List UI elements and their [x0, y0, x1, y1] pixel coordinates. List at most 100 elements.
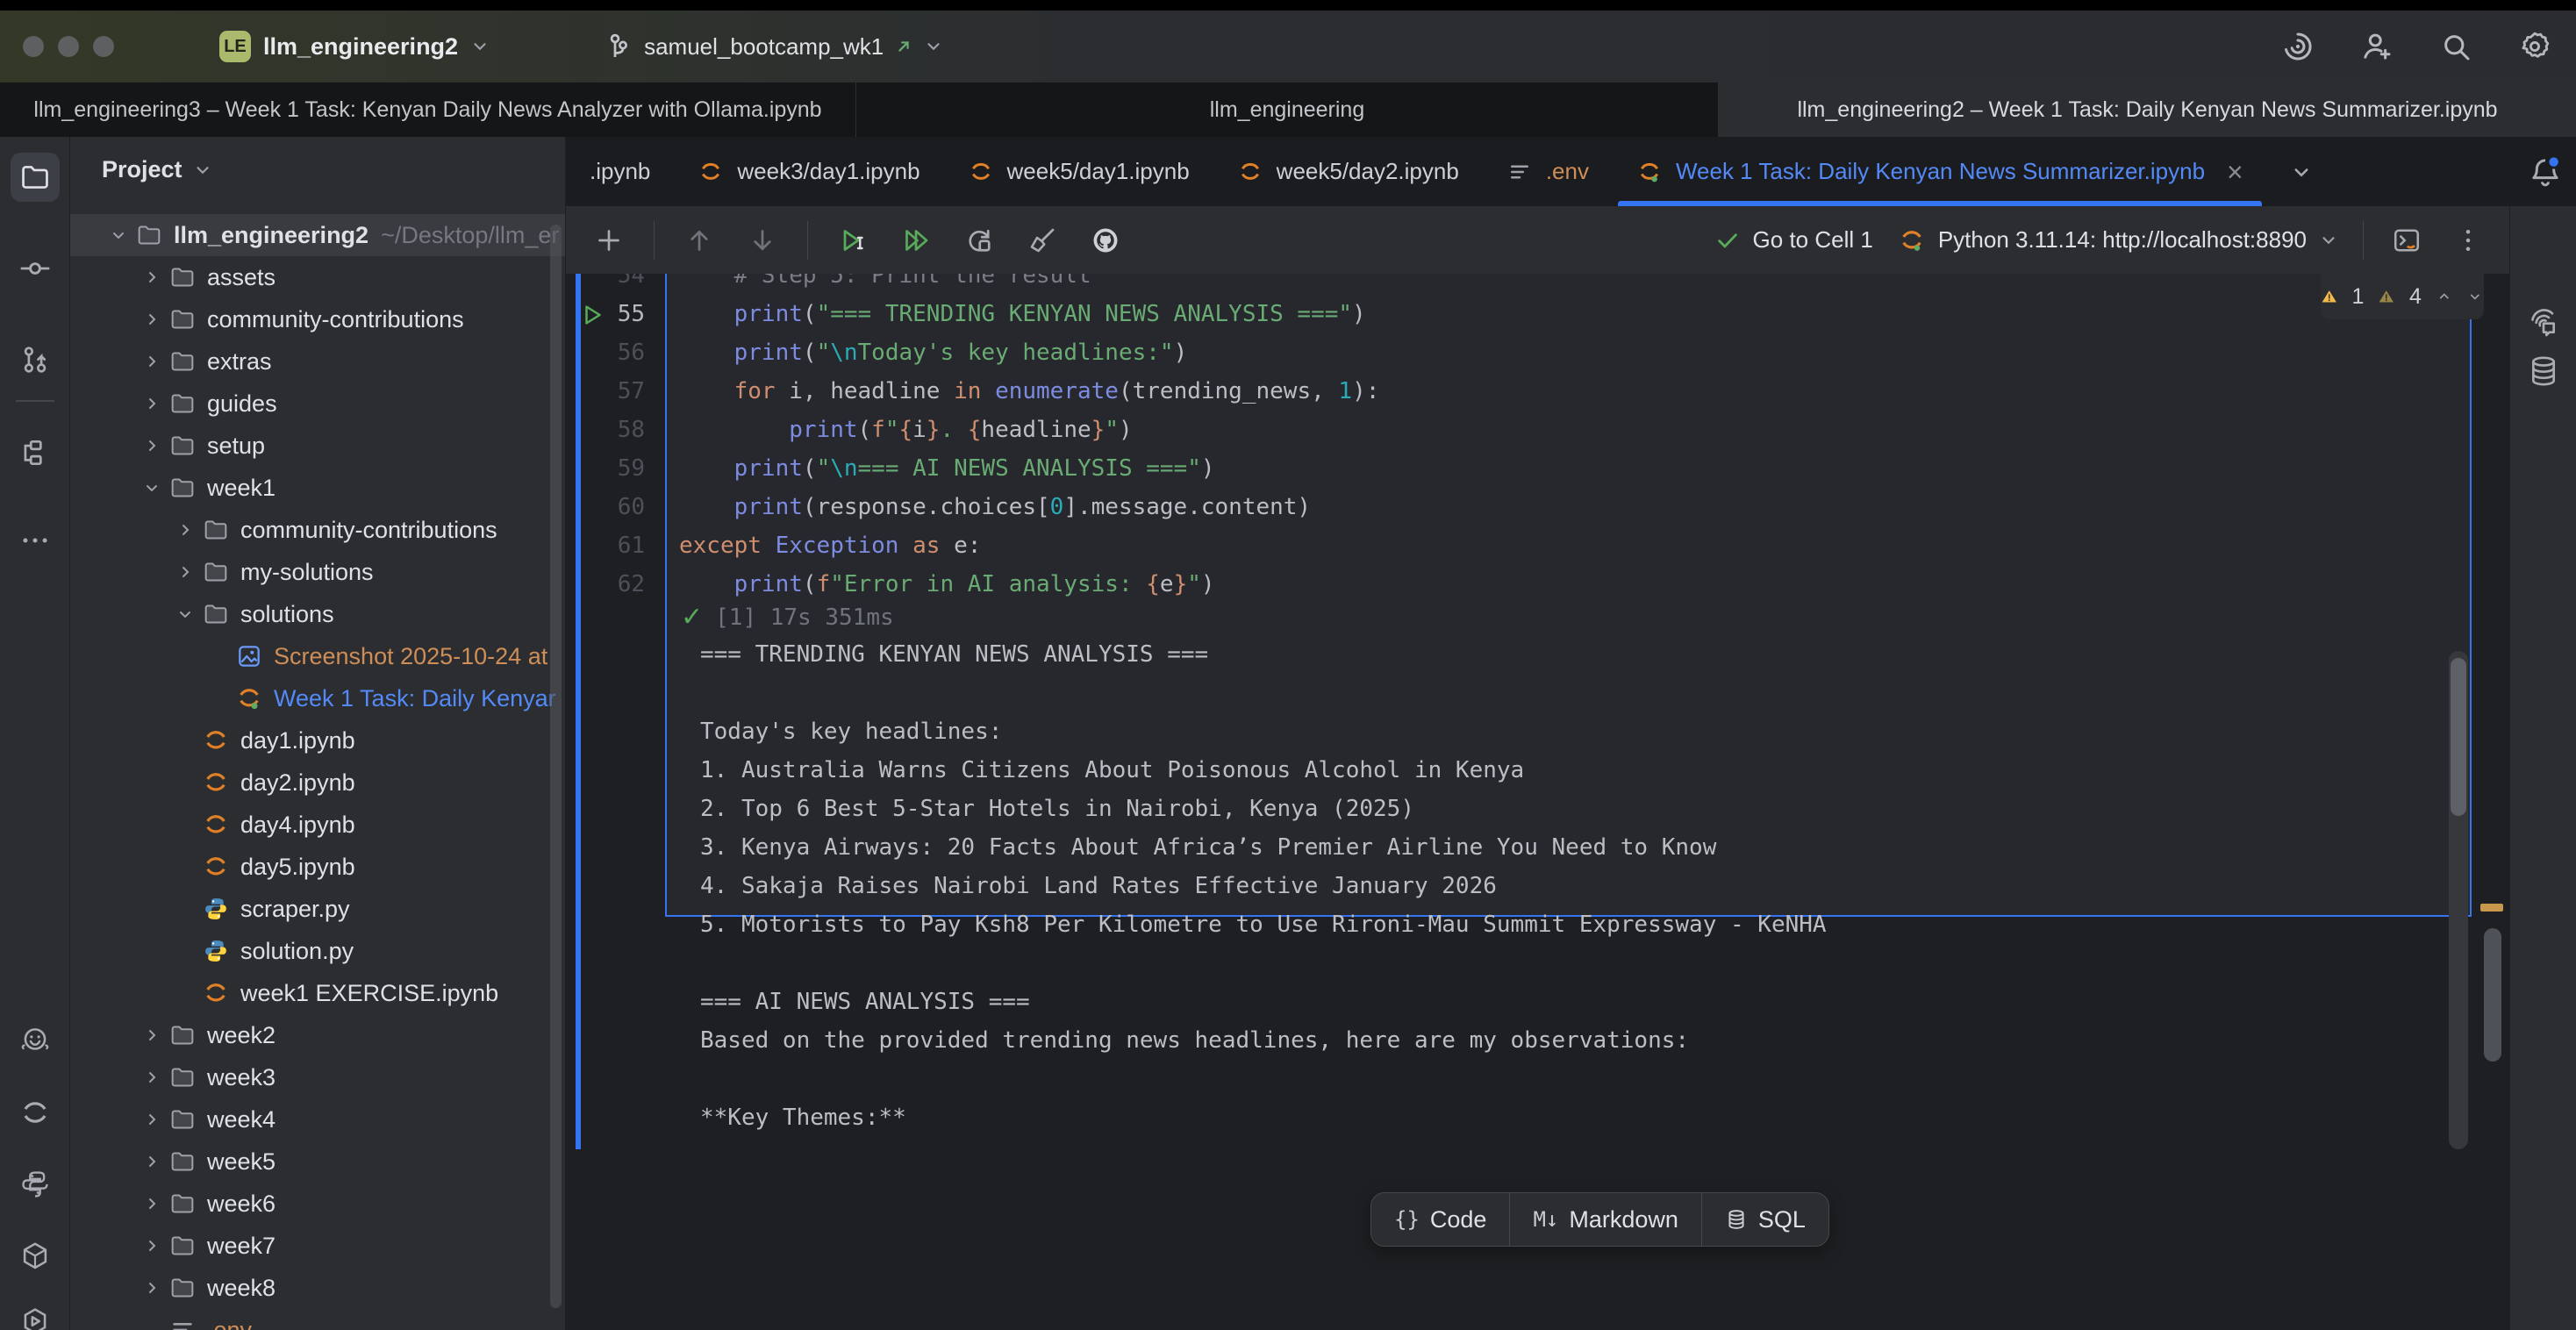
- output-scrollbar-thumb[interactable]: [2451, 658, 2466, 816]
- inspection-widget[interactable]: 1 4: [2321, 274, 2484, 319]
- tree-item-extras[interactable]: extras: [70, 340, 566, 383]
- jupyter-console-button[interactable]: [2388, 222, 2425, 259]
- tree-item-week6[interactable]: week6: [70, 1183, 566, 1225]
- chevron-right-icon[interactable]: [135, 393, 168, 414]
- editor-tab[interactable]: .ipynb: [566, 137, 674, 206]
- chevron-right-icon[interactable]: [135, 1067, 168, 1088]
- tree-item-day5-ipynb[interactable]: day5.ipynb: [70, 846, 566, 888]
- tree-item-week8[interactable]: week8: [70, 1267, 566, 1309]
- project-widget[interactable]: LE llm_engineering2: [219, 31, 490, 62]
- chevron-right-icon[interactable]: [135, 1151, 168, 1172]
- tree-item-screenshot-2025-10-24-at[interactable]: Screenshot 2025-10-24 at: [70, 635, 566, 677]
- tree-item-llm-engineering2[interactable]: llm_engineering2~/Desktop/llm_er: [70, 214, 566, 256]
- ai-chat-tool-button[interactable]: [2519, 297, 2568, 347]
- tree-item-week2[interactable]: week2: [70, 1014, 566, 1056]
- tree-item-assets[interactable]: assets: [70, 256, 566, 298]
- tree-item-day2-ipynb[interactable]: day2.ipynb: [70, 762, 566, 804]
- editor-scrollbar-thumb[interactable]: [2484, 928, 2501, 1062]
- python-packages-tool-button[interactable]: [11, 1160, 60, 1209]
- restart-kernel-button[interactable]: [961, 222, 998, 259]
- chevron-down-icon[interactable]: [168, 604, 202, 625]
- editor-tab[interactable]: week5/day1.ipynb: [944, 137, 1213, 206]
- tree-item-solutions[interactable]: solutions: [70, 593, 566, 635]
- tree-item-guides[interactable]: guides: [70, 383, 566, 425]
- tree-item-community-contributions[interactable]: community-contributions: [70, 509, 566, 551]
- project-panel-header[interactable]: Project: [102, 156, 212, 183]
- github-icon[interactable]: [1087, 222, 1124, 259]
- ai-assistant-icon[interactable]: [2279, 28, 2316, 65]
- notifications-bell-icon[interactable]: [2527, 137, 2564, 206]
- tree-item-community-contributions[interactable]: community-contributions: [70, 298, 566, 340]
- goto-cell-widget[interactable]: Go to Cell 1: [1714, 226, 1873, 254]
- tree-item--env[interactable]: .env: [70, 1309, 566, 1330]
- chevron-down-icon[interactable]: [102, 225, 135, 246]
- next-issue-icon[interactable]: [2466, 284, 2484, 309]
- close-tab-icon[interactable]: ×: [2227, 158, 2243, 186]
- more-options-button[interactable]: [2450, 222, 2487, 259]
- project-tool-button[interactable]: [11, 153, 60, 202]
- tree-item-my-solutions[interactable]: my-solutions: [70, 551, 566, 593]
- more-tools-button[interactable]: [11, 516, 60, 565]
- search-icon[interactable]: [2437, 28, 2474, 65]
- chevron-right-icon[interactable]: [135, 1277, 168, 1298]
- output-scrollbar[interactable]: [2449, 651, 2468, 1149]
- add-code-cell-button[interactable]: {}Code: [1371, 1193, 1509, 1246]
- tree-item-day4-ipynb[interactable]: day4.ipynb: [70, 804, 566, 846]
- jupyter-tool-button[interactable]: [11, 1088, 60, 1137]
- zoom-window-button[interactable]: [93, 36, 114, 57]
- add-cell-button[interactable]: [590, 222, 627, 259]
- pull-requests-tool-button[interactable]: [11, 335, 60, 384]
- close-window-button[interactable]: [23, 36, 44, 57]
- window-tab[interactable]: llm_engineering2 – Week 1 Task: Daily Ke…: [1719, 82, 2576, 137]
- run-all-cells-button[interactable]: [898, 222, 934, 259]
- previous-issue-icon[interactable]: [2436, 284, 2453, 309]
- project-tree-scrollbar[interactable]: [550, 225, 562, 1308]
- chevron-right-icon[interactable]: [135, 309, 168, 330]
- chevron-right-icon[interactable]: [135, 351, 168, 372]
- move-cell-down-button[interactable]: [744, 222, 781, 259]
- tree-item-solution-py[interactable]: solution.py: [70, 930, 566, 972]
- window-tab[interactable]: llm_engineering: [856, 82, 1719, 137]
- tree-item-week3[interactable]: week3: [70, 1056, 566, 1098]
- cell-code[interactable]: # Step 5: Print the result print("=== TR…: [679, 274, 1379, 604]
- tree-item-scraper-py[interactable]: scraper.py: [70, 888, 566, 930]
- editor-tab[interactable]: .env: [1483, 137, 1613, 206]
- vcs-widget[interactable]: samuel_bootcamp_wk1: [602, 31, 943, 62]
- services-tool-button[interactable]: [11, 1297, 60, 1330]
- kernel-selector[interactable]: Python 3.11.14: http://localhost:8890: [1898, 226, 2338, 254]
- tree-item-day1-ipynb[interactable]: day1.ipynb: [70, 719, 566, 762]
- editor-tab[interactable]: Week 1 Task: Daily Kenyan News Summarize…: [1613, 137, 2267, 206]
- clear-outputs-button[interactable]: [1024, 222, 1061, 259]
- add-user-icon[interactable]: [2358, 28, 2395, 65]
- error-stripe-mark[interactable]: [2480, 904, 2503, 912]
- chevron-down-icon[interactable]: [135, 477, 168, 498]
- database-tool-button[interactable]: [2519, 347, 2568, 396]
- tree-item-week4[interactable]: week4: [70, 1098, 566, 1141]
- run-line-icon[interactable]: [580, 302, 606, 332]
- move-cell-up-button[interactable]: [681, 222, 718, 259]
- tree-item-setup[interactable]: setup: [70, 425, 566, 467]
- tree-item-week1[interactable]: week1: [70, 467, 566, 509]
- package-manager-tool-button[interactable]: [11, 1232, 60, 1281]
- chevron-right-icon[interactable]: [135, 1235, 168, 1256]
- structure-tool-button[interactable]: [11, 428, 60, 477]
- window-tab[interactable]: llm_engineering3 – Week 1 Task: Kenyan D…: [0, 82, 856, 137]
- chevron-right-icon[interactable]: [168, 561, 202, 583]
- tree-item-week-1-task-daily-kenyar[interactable]: Week 1 Task: Daily Kenyar: [70, 677, 566, 719]
- tree-item-week1-exercise-ipynb[interactable]: week1 EXERCISE.ipynb: [70, 972, 566, 1014]
- add-sql-cell-button[interactable]: SQL: [1701, 1193, 1828, 1246]
- chevron-right-icon[interactable]: [135, 267, 168, 288]
- run-cell-button[interactable]: [834, 222, 871, 259]
- chevron-right-icon[interactable]: [168, 519, 202, 540]
- commit-tool-button[interactable]: [11, 244, 60, 293]
- add-markdown-cell-button[interactable]: M↓Markdown: [1509, 1193, 1700, 1246]
- tree-item-week5[interactable]: week5: [70, 1141, 566, 1183]
- chevron-right-icon[interactable]: [135, 1025, 168, 1046]
- settings-gear-icon[interactable]: [2516, 28, 2553, 65]
- editor-tab[interactable]: week3/day1.ipynb: [674, 137, 943, 206]
- editor-tab[interactable]: week5/day2.ipynb: [1213, 137, 1483, 206]
- chevron-right-icon[interactable]: [135, 1193, 168, 1214]
- minimize-window-button[interactable]: [58, 36, 79, 57]
- tree-item-week7[interactable]: week7: [70, 1225, 566, 1267]
- tab-list-dropdown-button[interactable]: [2288, 137, 2315, 206]
